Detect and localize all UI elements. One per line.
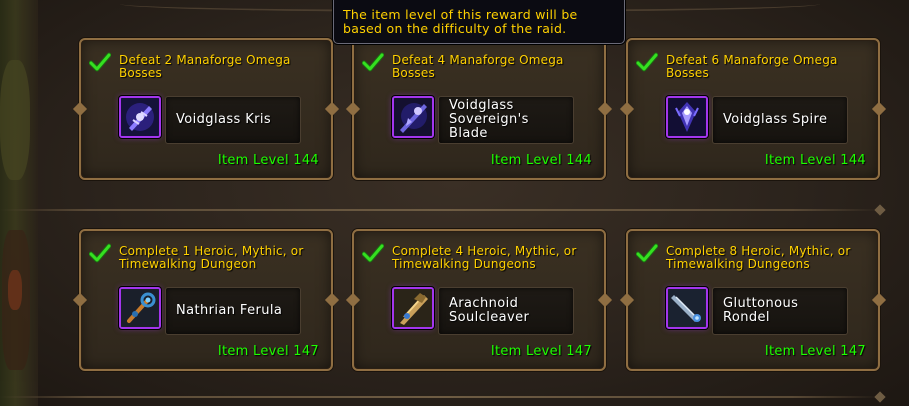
void-sword-icon[interactable]: [392, 96, 434, 138]
item-name-box[interactable]: Nathrian Ferula: [165, 287, 301, 335]
item-level: Item Level 147: [764, 344, 866, 359]
dungeon-reward-slot-1[interactable]: Complete 1 Heroic, Mythic, or Timewalkin…: [79, 229, 333, 371]
reward-tooltip: The item level of this reward will be ba…: [333, 0, 625, 44]
row-divider: [0, 391, 886, 403]
tooltip-text: The item level of this reward will be ba…: [343, 7, 578, 36]
void-dagger-icon[interactable]: [119, 96, 161, 138]
checkmark-icon: [362, 52, 384, 72]
checkmark-icon: [362, 243, 384, 263]
wand-icon[interactable]: [119, 287, 161, 329]
cleaver-icon[interactable]: [392, 287, 434, 329]
item-name: Nathrian Ferula: [176, 303, 283, 318]
objective-text: Defeat 2 Manaforge Omega Bosses: [119, 53, 291, 80]
item-name: Voidglass Spire: [723, 112, 828, 127]
dungeon-reward-slot-3[interactable]: Complete 8 Heroic, Mythic, or Timewalkin…: [626, 229, 880, 371]
objective-text: Complete 4 Heroic, Mythic, or Timewalkin…: [392, 244, 577, 271]
item-level: Item Level 147: [490, 344, 592, 359]
objective-text: Defeat 4 Manaforge Omega Bosses: [392, 53, 564, 80]
objective-text: Complete 8 Heroic, Mythic, or Timewalkin…: [666, 244, 851, 271]
item-level: Item Level 144: [217, 153, 319, 168]
raid-reward-slot-1[interactable]: Defeat 2 Manaforge Omega Bosses Voidglas…: [79, 38, 333, 180]
checkmark-icon: [89, 243, 111, 263]
void-staff-icon[interactable]: [666, 96, 708, 138]
item-name-box[interactable]: Voidglass Spire: [712, 96, 848, 144]
item-name-box[interactable]: Arachnoid Soulcleaver: [438, 287, 574, 335]
background-left-edge: [0, 0, 38, 406]
checkmark-icon: [89, 52, 111, 72]
objective-text: Defeat 6 Manaforge Omega Bosses: [666, 53, 838, 80]
dungeon-reward-slot-2[interactable]: Complete 4 Heroic, Mythic, or Timewalkin…: [352, 229, 606, 371]
item-level: Item Level 147: [217, 344, 319, 359]
item-name-box[interactable]: Gluttonous Rondel: [712, 287, 848, 335]
item-name-box[interactable]: Voidglass Kris: [165, 96, 301, 144]
checkmark-icon: [636, 52, 658, 72]
objective-text: Complete 1 Heroic, Mythic, or Timewalkin…: [119, 244, 304, 271]
item-name-box[interactable]: Voidglass Sovereign's Blade: [438, 96, 574, 144]
rondel-dagger-icon[interactable]: [666, 287, 708, 329]
item-name: Arachnoid Soulcleaver: [449, 296, 530, 325]
raid-reward-slot-3[interactable]: Defeat 6 Manaforge Omega Bosses Voidglas…: [626, 38, 880, 180]
item-name: Gluttonous Rondel: [723, 296, 799, 325]
raid-reward-slot-2[interactable]: Defeat 4 Manaforge Omega Bosses Voidglas…: [352, 38, 606, 180]
item-name: Voidglass Sovereign's Blade: [449, 98, 529, 141]
item-name: Voidglass Kris: [176, 112, 272, 127]
row-divider: [0, 204, 886, 216]
item-level: Item Level 144: [490, 153, 592, 168]
checkmark-icon: [636, 243, 658, 263]
item-level: Item Level 144: [764, 153, 866, 168]
